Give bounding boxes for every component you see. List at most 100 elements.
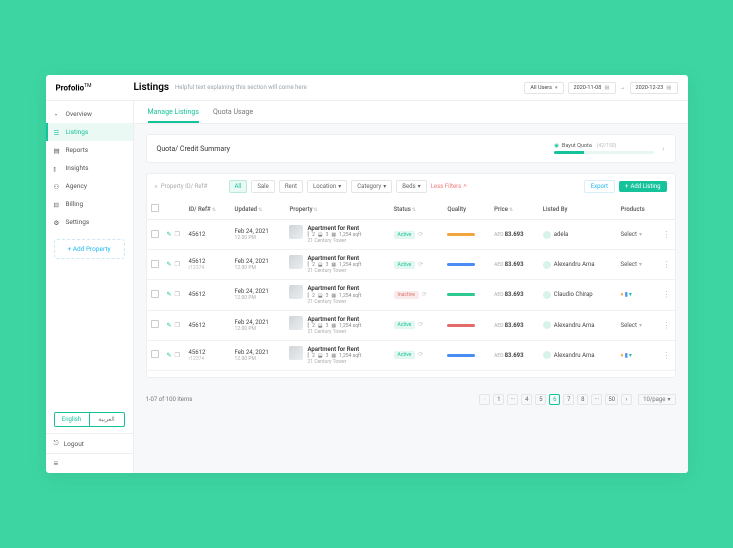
date-from[interactable]: 2020-11-08▦	[568, 82, 616, 94]
sidebar-item-settings[interactable]: ⚙Settings	[46, 213, 133, 231]
products-select[interactable]: Select ▾	[621, 231, 655, 238]
copy-icon[interactable]: ❐	[175, 261, 180, 268]
refresh-icon[interactable]: ⟳	[422, 291, 427, 298]
cell-products: ♦▮▾	[617, 280, 659, 310]
row-checkbox[interactable]	[151, 290, 159, 298]
cell-listed-by[interactable]: adela	[543, 231, 613, 239]
row-menu-icon[interactable]: ⋮	[663, 260, 671, 269]
cell-listed-by[interactable]: Alexandru Ama	[543, 261, 613, 269]
add-property-button[interactable]: + Add Property	[54, 239, 125, 259]
row-menu-icon[interactable]: ⋮	[663, 351, 671, 360]
cell-property[interactable]: Apartment for Rent⫿2 ⬓3 ▦1,254 sqft21 Ce…	[289, 316, 385, 335]
filter-all[interactable]: All	[229, 180, 248, 193]
refresh-icon[interactable]: ⟳	[418, 321, 423, 328]
page-50[interactable]: 50	[605, 394, 618, 405]
page-7[interactable]: 7	[563, 394, 574, 405]
row-checkbox[interactable]	[151, 350, 159, 358]
date-to[interactable]: 2020-12-23▦	[630, 82, 678, 94]
table-row: ✎❐45612Feb 24, 202112.00 PMApartment for…	[147, 280, 675, 310]
products-select[interactable]: Select ▾	[621, 322, 655, 329]
row-menu-icon[interactable]: ⋮	[663, 321, 671, 330]
product-icons: ♦▮▾	[621, 291, 633, 298]
row-menu-icon[interactable]: ⋮	[663, 290, 671, 299]
refresh-icon[interactable]: ⟳	[418, 231, 423, 238]
chevron-down-icon: ▾	[639, 322, 642, 329]
edit-icon[interactable]: ✎	[167, 352, 172, 359]
copy-icon[interactable]: ❐	[175, 291, 180, 298]
sidebar-item-label: Listings	[66, 128, 89, 136]
refresh-icon[interactable]: ⟳	[418, 261, 423, 268]
copy-icon[interactable]: ❐	[175, 322, 180, 329]
cell-updated: Feb 24, 202112.00 PM	[231, 310, 286, 340]
page-1[interactable]: 1	[493, 394, 504, 405]
cell-property[interactable]: Apartment for Rent⫿2 ⬓3 ▦1,254 sqft21 Ce…	[289, 225, 385, 244]
edit-icon[interactable]: ✎	[167, 291, 172, 298]
cell-listed-by[interactable]: Alexandru Ama	[543, 321, 613, 329]
logout-icon: ⎋	[54, 439, 59, 448]
page-ellipsis: ···	[507, 394, 518, 405]
cell-listed-by[interactable]: Alexandru Ama	[543, 351, 613, 359]
less-filters-toggle[interactable]: Less Filters˄	[431, 183, 467, 190]
filter-beds[interactable]: Beds▾	[396, 180, 426, 193]
sidebar-item-billing[interactable]: ⊟Billing	[46, 195, 133, 213]
collapse-sidebar-button[interactable]: ≡	[46, 453, 133, 473]
quota-summary-card[interactable]: Quota/ Credit Summary ◉Bayut Quota(42/15…	[146, 134, 676, 163]
row-menu-icon[interactable]: ⋮	[663, 230, 671, 239]
page-8[interactable]: 8	[577, 394, 588, 405]
search-input[interactable]: ⌕Property ID/ Ref#	[155, 183, 225, 191]
select-all-checkbox[interactable]	[151, 204, 159, 212]
export-button[interactable]: Export	[584, 180, 615, 193]
overview-icon: ◔	[54, 111, 61, 118]
tab-quota-usage[interactable]: Quota Usage	[213, 101, 253, 123]
sidebar-item-overview[interactable]: ◔Overview	[46, 105, 133, 123]
col-status[interactable]: Status⇅	[390, 199, 444, 220]
products-select[interactable]: Select ▾	[621, 261, 655, 268]
filter-location[interactable]: Location▾	[307, 180, 347, 193]
copy-icon[interactable]: ❐	[175, 352, 180, 359]
cell-property[interactable]: Apartment for Rent⫿2 ⬓3 ▦1,254 sqft21 Ce…	[289, 255, 385, 274]
chevron-up-icon: ˄	[463, 183, 467, 190]
add-listing-button[interactable]: +Add Listing	[619, 181, 666, 192]
row-checkbox[interactable]	[151, 260, 159, 268]
filter-category[interactable]: Category▾	[351, 180, 392, 193]
bath-icon: ⬓	[318, 323, 323, 329]
language-toggle[interactable]: English العربية	[54, 412, 125, 427]
copy-icon[interactable]: ❐	[175, 231, 180, 238]
edit-icon[interactable]: ✎	[167, 322, 172, 329]
cell-quality	[443, 250, 490, 280]
logout-button[interactable]: ⎋ Logout	[46, 433, 133, 453]
sidebar-item-reports[interactable]: ▤Reports	[46, 141, 133, 159]
edit-icon[interactable]: ✎	[167, 261, 172, 268]
sidebar-item-insights[interactable]: ⫾Insights	[46, 159, 133, 177]
col-id[interactable]: ID/ Ref#⇅	[185, 199, 231, 220]
help-text: Helpful text explaining this section wil…	[175, 84, 524, 91]
refresh-icon[interactable]: ⟳	[418, 351, 423, 358]
col-property[interactable]: Property⇅	[285, 199, 389, 220]
edit-icon[interactable]: ✎	[167, 231, 172, 238]
cell-listed-by[interactable]: Claudio Chirap	[543, 291, 613, 299]
page-4[interactable]: 4	[521, 394, 532, 405]
page-6[interactable]: 6	[549, 394, 560, 405]
row-checkbox[interactable]	[151, 320, 159, 328]
page-next[interactable]: ›	[621, 394, 632, 405]
users-filter[interactable]: All Users▾	[524, 82, 563, 94]
page-5[interactable]: 5	[535, 394, 546, 405]
chevron-right-icon: ›	[662, 144, 664, 153]
cell-property[interactable]: Apartment for Rent⫿2 ⬓3 ▦1,254 sqft21 Ce…	[289, 285, 385, 304]
lang-arabic[interactable]: العربية	[90, 413, 124, 426]
cell-property[interactable]: Apartment for Rent⫿2 ⬓3 ▦1,254 sqft21 Ce…	[289, 346, 385, 365]
sidebar-item-listings[interactable]: ☰Listings	[46, 123, 133, 141]
col-updated[interactable]: Updated⇅	[231, 199, 286, 220]
area-icon: ▦	[331, 323, 336, 329]
cell-status: Active⟳	[390, 340, 444, 370]
filter-sale[interactable]: Sale	[251, 180, 274, 193]
per-page-select[interactable]: 10/page▾	[638, 394, 675, 405]
col-price[interactable]: Price⇅	[490, 199, 539, 220]
sidebar-item-agency[interactable]: ⚇Agency	[46, 177, 133, 195]
row-checkbox[interactable]	[151, 230, 159, 238]
lang-english[interactable]: English	[55, 413, 90, 426]
page-prev[interactable]: ‹	[479, 394, 490, 405]
cell-updated: Feb 24, 202112.00 PM	[231, 220, 286, 250]
tab-manage-listings[interactable]: Manage Listings	[148, 101, 199, 123]
filter-rent[interactable]: Rent	[279, 180, 303, 193]
